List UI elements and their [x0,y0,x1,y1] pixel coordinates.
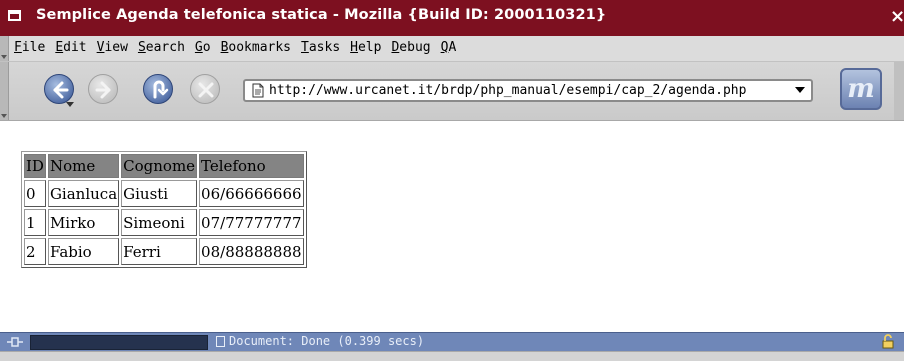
menu-item-qa[interactable]: QA [436,40,462,55]
menu-item-debug[interactable]: Debug [386,40,435,55]
close-button[interactable]: × [890,5,904,29]
column-header-id: ID [24,154,46,178]
page-content: ID Nome Cognome Telefono 0 Gianluca Gius… [0,121,904,332]
table-header-row: ID Nome Cognome Telefono [24,154,304,178]
menu-item-label: iew [104,40,128,55]
cell-nome: Mirko [47,209,120,236]
menu-item-label: asks [308,40,341,55]
url-dropdown-icon[interactable] [795,87,805,93]
reload-icon [153,80,169,99]
security-lock-icon[interactable] [882,334,894,349]
menu-item-label: ookmarks [228,40,292,55]
menu-item-tasks[interactable]: Tasks [296,40,345,55]
menu-item-mnemonic: S [137,40,146,55]
menu-item-mnemonic: F [14,40,22,55]
table-row: 0 Gianluca Giusti 06/66666666 [24,180,304,207]
phonebook-table: ID Nome Cognome Telefono 0 Gianluca Gius… [21,151,307,268]
menu-bar: File Edit View Search Go Bookmarks Tasks Help De… [0,36,904,62]
forward-button[interactable] [88,74,118,104]
cell-id: 2 [24,238,46,265]
menu-item-mnemonic: H [350,40,358,55]
cell-cognome: Ferri [121,238,198,265]
progress-bar [30,335,208,350]
back-history-dropdown-icon[interactable] [66,102,74,107]
cell-telefono: 08/88888888 [199,238,304,265]
menu-item-label: ebug [399,40,431,55]
back-arrow-icon [53,81,69,99]
menu-item-label: dit [63,40,87,55]
menubar-grip[interactable] [0,36,9,61]
url-input[interactable] [269,81,779,100]
cell-nome: Gianluca [47,180,120,207]
forward-arrow-icon [95,81,111,99]
column-header-cognome: Cognome [121,154,198,178]
page-proxy-icon[interactable] [251,83,265,98]
reload-button[interactable] [143,74,173,104]
menu-item-help[interactable]: Help [345,40,386,55]
window-title: Semplice Agenda telefonica statica - Moz… [36,7,607,23]
stop-button[interactable] [190,74,220,104]
cell-id: 0 [24,180,46,207]
menu-item-label: A [448,40,457,55]
menu-items: File Edit View Search Go Bookmarks Tasks Help De… [14,40,461,55]
connection-plug-icon [7,337,23,347]
column-header-telefono: Telefono [199,154,304,178]
cell-nome: Fabio [47,238,120,265]
url-bar[interactable] [243,79,813,102]
menu-item-bookmarks[interactable]: Bookmarks [216,40,296,55]
cell-telefono: 06/66666666 [199,180,304,207]
menu-item-label: ile [21,40,46,55]
window-menu-icon[interactable] [8,10,21,21]
mozilla-logo-icon: m [847,74,875,104]
stop-icon [198,82,214,98]
document-icon [216,336,225,347]
toolbar-right-edge [894,62,904,120]
menu-item-search[interactable]: Search [133,40,190,55]
column-header-nome: Nome [47,154,120,178]
status-text: Document: Done (0.399 secs) [229,334,425,348]
online-status-icon[interactable] [6,335,24,349]
menu-item-mnemonic: T [301,40,309,55]
menu-item-view[interactable]: View [92,40,133,55]
toolbar-grip[interactable] [0,62,9,120]
menu-item-go[interactable]: Go [190,40,216,55]
cell-telefono: 07/77777777 [199,209,304,236]
menu-item-label: o [202,40,211,55]
menu-item-mnemonic: E [55,40,64,55]
menu-item-edit[interactable]: Edit [50,40,91,55]
menu-item-label: elp [357,40,382,55]
back-button[interactable] [44,74,74,104]
table-row: 2 Fabio Ferri 08/88888888 [24,238,304,265]
cell-cognome: Giusti [121,180,198,207]
menu-item-mnemonic: G [194,40,203,55]
cell-cognome: Simeoni [121,209,198,236]
menu-item-label: earch [145,40,185,55]
cell-id: 1 [24,209,46,236]
table-row: 1 Mirko Simeoni 07/77777777 [24,209,304,236]
mozilla-throbber[interactable]: m [840,68,882,110]
navigation-toolbar: m [0,62,904,121]
menu-item-file[interactable]: File [14,40,50,55]
status-bar: Document: Done (0.399 secs) [0,332,904,351]
status-message: Document: Done (0.399 secs) [216,334,424,348]
title-bar: Semplice Agenda telefonica statica - Moz… [0,0,904,37]
